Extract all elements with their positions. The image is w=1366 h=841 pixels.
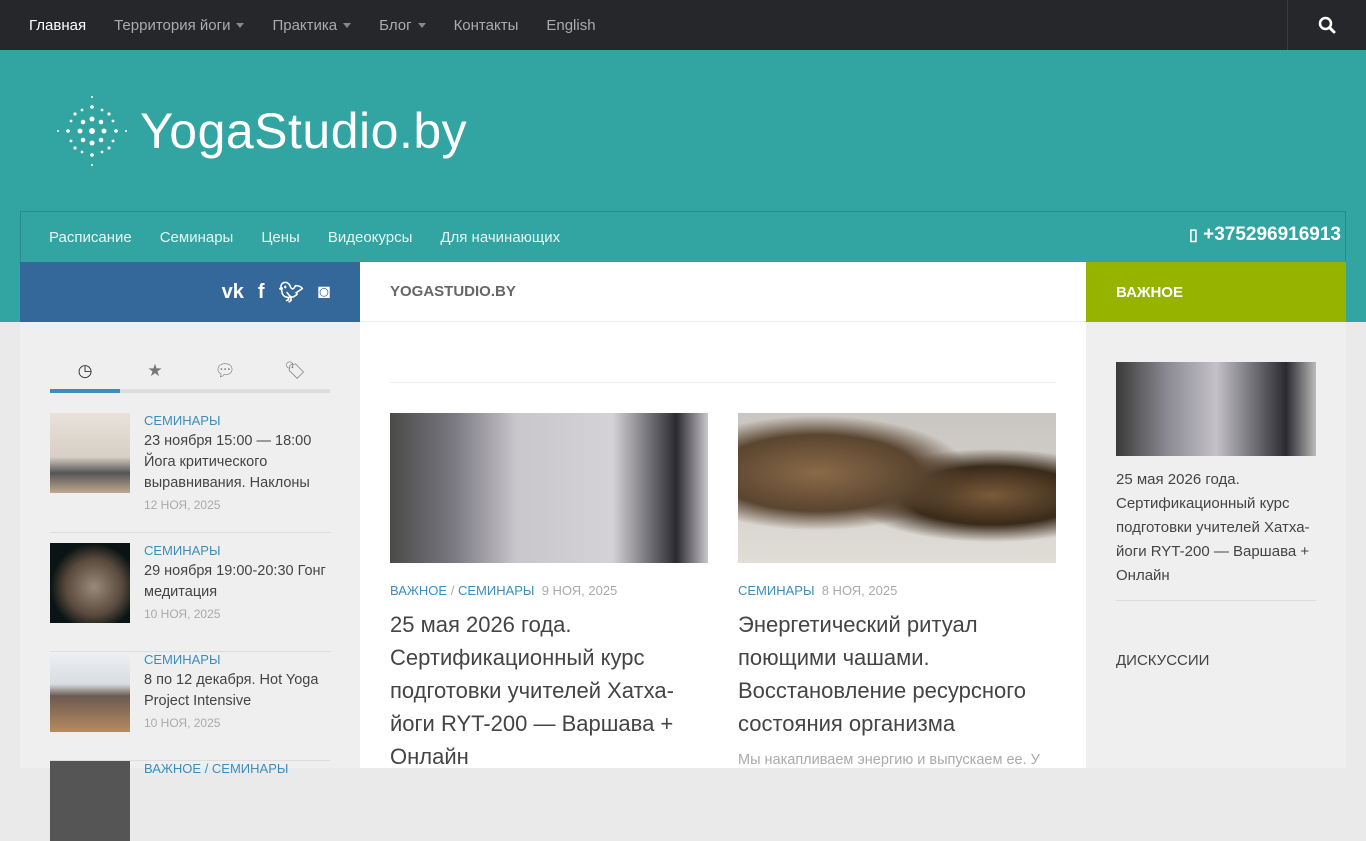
instagram-icon[interactable]: ◙ [318, 281, 330, 304]
nav-contacts[interactable]: Контакты [440, 17, 533, 34]
logo-mandala-icon [57, 96, 127, 166]
divider [390, 382, 1056, 383]
phone-link[interactable]: ▯ +375296916913 [1189, 224, 1341, 246]
post-date: 10 НОЯ, 2025 [144, 607, 221, 621]
tab-recent[interactable]: ◷ [50, 352, 120, 393]
featured-title[interactable]: 25 мая 2026 года. Сертификационный курс … [1116, 468, 1316, 601]
search-button[interactable] [1287, 0, 1366, 50]
post-date: 10 НОЯ, 2025 [144, 716, 221, 730]
subnav-prices[interactable]: Цены [247, 229, 314, 246]
logo-text: YogaStudio.by [140, 103, 468, 159]
nav-practice[interactable]: Практика [258, 17, 365, 34]
main-content: YOGASTUDIO.BY Важное / Семинары 9 НОЯ, 2… [360, 262, 1086, 769]
featured-heading: Важное [1086, 262, 1346, 322]
post-card: Важное / Семинары 9 НОЯ, 2025 25 мая 202… [390, 413, 708, 773]
nav-blog[interactable]: Блог [365, 17, 439, 34]
social-links: vk f 🐦︎ ◙ [20, 262, 360, 322]
clock-icon: ◷ [77, 360, 93, 380]
chevron-down-icon [343, 22, 352, 28]
subnav-schedule[interactable]: Расписание [35, 229, 146, 246]
post-image[interactable] [738, 413, 1056, 563]
sidebar-tabs: ◷ ★ 💬︎ 🏷︎ [50, 352, 330, 393]
post-category[interactable]: Семинары [144, 543, 330, 558]
post-title[interactable]: 23 ноября 15:00 — 18:00 Йога критическог… [144, 431, 330, 494]
post-image[interactable] [390, 413, 708, 563]
secondary-nav: Расписание Семинары Цены Видеокурсы Для … [20, 211, 1346, 262]
nav-home[interactable]: Главная [15, 17, 100, 34]
subnav-beginners[interactable]: Для начинающих [426, 229, 574, 246]
phone-number: +375296916913 [1203, 224, 1341, 245]
mobile-phone-icon: ▯ [1189, 227, 1198, 244]
post-category[interactable]: Важное / Семинары [144, 761, 288, 776]
list-item[interactable]: Семинары 23 ноября 15:00 — 18:00 Йога кри… [50, 413, 330, 533]
facebook-icon[interactable]: f [258, 281, 265, 304]
subnav-seminars[interactable]: Семинары [146, 229, 248, 246]
list-item[interactable]: Семинары 8 по 12 декабря. Hot Yoga Projec… [50, 652, 330, 761]
post-category[interactable]: Важное [390, 583, 447, 598]
post-date: 12 НОЯ, 2025 [144, 498, 221, 512]
star-icon: ★ [147, 360, 163, 380]
tab-popular[interactable]: ★ [120, 352, 190, 389]
post-date: 9 НОЯ, 2025 [541, 583, 618, 598]
post-thumbnail[interactable] [50, 413, 130, 493]
post-title[interactable]: 25 мая 2026 года. Сертификационный курс … [390, 608, 708, 773]
nav-label: Контакты [453, 16, 519, 34]
chevron-down-icon [417, 22, 426, 28]
nav-label: Главная [29, 16, 87, 34]
chevron-down-icon [236, 22, 245, 28]
list-item[interactable]: Важное / Семинары [50, 761, 330, 841]
right-sidebar: Важное 25 мая 2026 года. Сертификационны… [1086, 262, 1346, 768]
twitter-icon[interactable]: 🐦︎ [279, 280, 304, 305]
nav-territory[interactable]: Территория йоги [100, 17, 258, 34]
left-sidebar: vk f 🐦︎ ◙ ◷ ★ 💬︎ 🏷︎ Семинары 23 ноября 15… [20, 262, 360, 841]
post-thumbnail[interactable] [50, 761, 130, 841]
post-category[interactable]: Семинары [738, 583, 814, 598]
post-thumbnail[interactable] [50, 652, 130, 732]
post-category[interactable]: Семинары [144, 652, 330, 667]
tab-comments[interactable]: 💬︎ [190, 352, 260, 389]
post-category[interactable]: Семинары [144, 413, 330, 428]
nav-label: Блог [379, 16, 412, 34]
separator: / [450, 583, 455, 598]
nav-label: English [546, 16, 596, 34]
list-item[interactable]: Семинары 29 ноября 19:00-20:30 Гонг медит… [50, 543, 330, 652]
page-title: YOGASTUDIO.BY [360, 262, 1086, 322]
post-excerpt: Мы накапливаем энергию и выпускаем ее. У [738, 752, 1040, 768]
post-title[interactable]: 8 по 12 декабря. Hot Yoga Project Intens… [144, 670, 330, 712]
featured-image[interactable] [1116, 362, 1316, 456]
post-title[interactable]: 29 ноября 19:00-20:30 Гонг медитация [144, 561, 330, 603]
site-logo[interactable]: YogaStudio.by [56, 95, 467, 167]
post-title[interactable]: Энергетический ритуал поющими чашами. Во… [738, 608, 1056, 740]
nav-label: Практика [272, 16, 338, 34]
tags-icon: 🏷︎ [284, 360, 306, 380]
post-card: Семинары 8 НОЯ, 2025 Энергетический риту… [738, 413, 1056, 768]
nav-english[interactable]: English [532, 17, 609, 34]
top-nav: Главная Территория йоги Практика Блог Ко… [0, 0, 1366, 50]
post-thumbnail[interactable] [50, 543, 130, 623]
search-icon [1318, 16, 1336, 34]
vk-icon[interactable]: vk [222, 281, 244, 304]
subnav-videocourses[interactable]: Видеокурсы [314, 229, 427, 246]
comments-icon: 💬︎ [214, 360, 236, 380]
post-date: 8 НОЯ, 2025 [821, 583, 898, 598]
nav-label: Территория йоги [114, 16, 231, 34]
post-category[interactable]: Семинары [458, 583, 534, 598]
discussions-heading: ДИСКУССИИ [1116, 652, 1210, 669]
tab-tags[interactable]: 🏷︎ [260, 352, 330, 389]
